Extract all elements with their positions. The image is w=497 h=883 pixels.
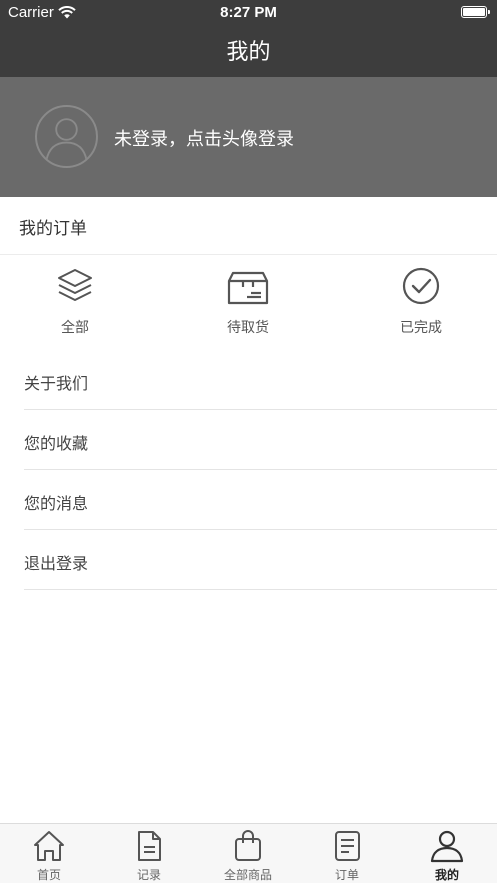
tab-bar: 首页 记录 全部商品 订单 我的 [0,823,497,883]
document-icon [138,831,161,861]
box-icon [227,271,269,305]
order-filter-completed[interactable]: 已完成 [361,265,481,337]
tab-home[interactable]: 首页 [9,828,89,883]
tab-label: 全部商品 [223,868,272,882]
menu-item-logout[interactable]: 退出登录 [24,530,497,590]
profile-header: 未登录，点击头像登录 [0,77,497,197]
tab-all-products[interactable]: 全部商品 [208,828,288,883]
tab-mine[interactable]: 我的 [407,828,487,883]
bag-icon [235,830,261,861]
tab-label: 订单 [334,868,359,882]
tab-label: 我的 [434,868,459,882]
user-icon [430,830,464,863]
user-avatar-icon [45,118,88,161]
menu-item-label: 关于我们 [24,376,89,393]
navigation-bar: Carrier 8:27 PM 我的 [0,0,497,77]
menu-item-label: 退出登录 [24,556,89,573]
tab-records[interactable]: 记录 [109,828,189,883]
tab-label: 首页 [36,868,61,882]
home-icon [34,831,64,861]
tab-label: 记录 [136,868,161,882]
avatar[interactable] [35,105,98,168]
menu-item-label: 您的收藏 [24,436,89,453]
menu-item-favorites[interactable]: 您的收藏 [24,410,497,470]
layers-icon [58,269,92,301]
status-time: 8:27 PM [220,4,277,21]
page-title: 我的 [226,39,271,64]
order-filter-all[interactable]: 全部 [15,265,135,337]
order-filter-label: 待取货 [227,319,269,335]
login-prompt[interactable]: 未登录，点击头像登录 [114,125,294,151]
list-icon [335,831,360,861]
menu-item-messages[interactable]: 您的消息 [24,470,497,530]
status-bar: Carrier 8:27 PM [0,0,497,24]
tab-orders[interactable]: 订单 [307,828,387,883]
order-filter-label: 全部 [61,319,89,335]
menu-item-label: 您的消息 [24,496,89,513]
battery-icon [461,6,490,18]
orders-section-title: 我的订单 [19,219,87,238]
check-circle-icon [402,267,440,305]
order-filter-label: 已完成 [400,319,442,335]
menu-item-about-us[interactable]: 关于我们 [24,350,497,410]
divider [0,254,497,255]
order-filter-pending-pickup[interactable]: 待取货 [188,265,308,337]
